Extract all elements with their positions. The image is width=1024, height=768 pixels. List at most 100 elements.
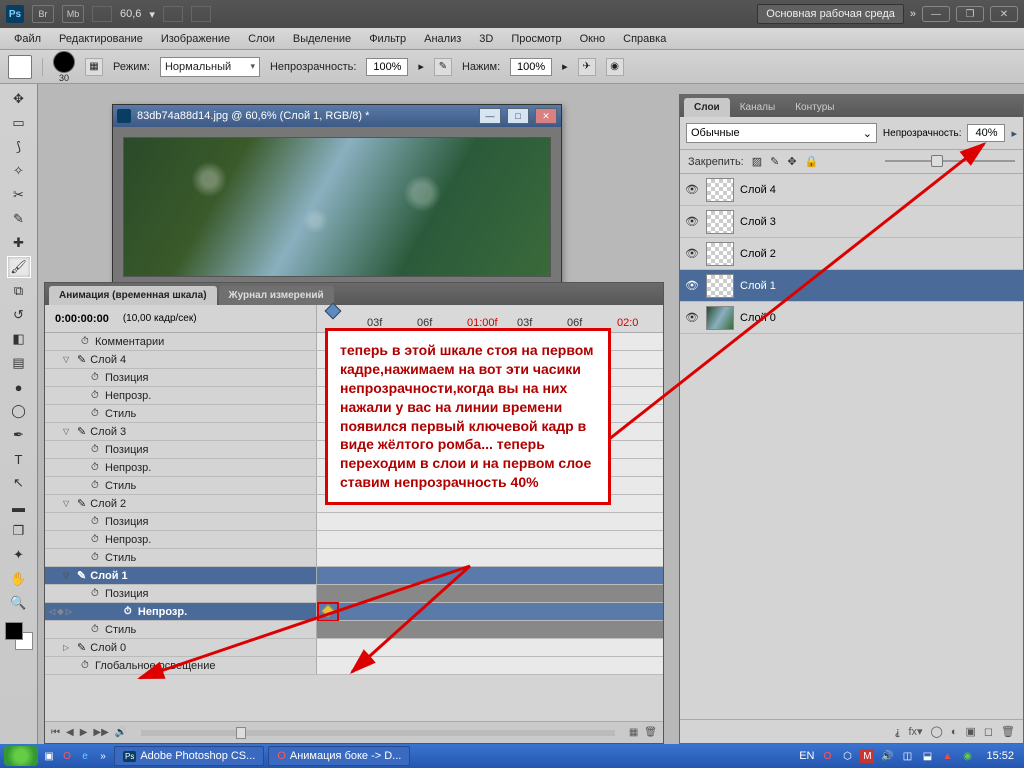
menu-window[interactable]: Окно bbox=[572, 30, 614, 48]
zoom-level[interactable]: 60,6 bbox=[120, 8, 141, 20]
color-swatches[interactable] bbox=[5, 622, 33, 650]
twirl-icon[interactable]: ▽ bbox=[63, 571, 73, 580]
stopwatch-icon[interactable]: ⏱ bbox=[91, 390, 101, 401]
zoom-slider[interactable] bbox=[141, 730, 615, 736]
history-brush-tool[interactable]: ↺ bbox=[7, 304, 31, 326]
minibridge-icon[interactable]: Mb bbox=[62, 5, 84, 23]
visibility-eye-icon[interactable]: 👁 bbox=[684, 311, 700, 324]
quick-launch-icon[interactable]: » bbox=[96, 749, 110, 763]
layer-row[interactable]: 👁Слой 3 bbox=[680, 206, 1023, 238]
layer-row[interactable]: 👁Слой 2 bbox=[680, 238, 1023, 270]
3d-camera-tool[interactable]: ✦ bbox=[7, 544, 31, 566]
tray-icon[interactable]: ◉ bbox=[960, 749, 974, 763]
marquee-tool[interactable]: ▭ bbox=[7, 112, 31, 134]
tray-icon[interactable]: ⬓ bbox=[920, 749, 934, 763]
layer-thumbnail[interactable] bbox=[706, 178, 734, 202]
zoom-tool[interactable]: 🔍 bbox=[7, 592, 31, 614]
layer-thumbnail[interactable] bbox=[706, 306, 734, 330]
stopwatch-icon[interactable]: ⏱ bbox=[91, 480, 101, 491]
play-button[interactable]: ▶ bbox=[80, 727, 88, 738]
blend-mode-select[interactable]: Нормальный bbox=[160, 57, 260, 77]
stopwatch-icon[interactable]: ⏱ bbox=[91, 408, 101, 419]
layer-row[interactable]: 👁 Слой 1 bbox=[680, 270, 1023, 302]
timeline-row[interactable]: ⏱Стиль bbox=[45, 549, 663, 567]
convert-frames-button[interactable]: ▦ bbox=[629, 727, 638, 738]
stopwatch-icon[interactable]: ⏱ bbox=[91, 372, 101, 383]
quick-launch-icon[interactable]: O bbox=[60, 749, 74, 763]
language-indicator[interactable]: EN bbox=[799, 750, 814, 762]
lock-all-icon[interactable]: 🔒 bbox=[805, 155, 819, 168]
tab-channels[interactable]: Каналы bbox=[730, 98, 786, 117]
tray-icon[interactable]: M bbox=[860, 749, 874, 763]
tab-measurement-log[interactable]: Журнал измерений bbox=[219, 286, 334, 305]
tab-paths[interactable]: Контуры bbox=[785, 98, 844, 117]
layer-opacity-input[interactable] bbox=[967, 124, 1005, 142]
flow-flyout-icon[interactable]: ▸ bbox=[562, 60, 568, 73]
type-tool[interactable]: T bbox=[7, 448, 31, 470]
view-extras-icon[interactable] bbox=[92, 6, 112, 22]
layer-thumbnail[interactable] bbox=[706, 274, 734, 298]
visibility-eye-icon[interactable]: 👁 bbox=[684, 279, 700, 292]
wand-tool[interactable]: ✧ bbox=[7, 160, 31, 182]
pen-tool[interactable]: ✒ bbox=[7, 424, 31, 446]
fg-color[interactable] bbox=[5, 622, 23, 640]
audio-button[interactable]: 🔊 bbox=[115, 727, 127, 738]
layer-row[interactable]: 👁Слой 4 bbox=[680, 174, 1023, 206]
menu-file[interactable]: Файл bbox=[6, 30, 49, 48]
menu-layer[interactable]: Слои bbox=[240, 30, 283, 48]
timeline-row[interactable]: ▽✎Слой 1 bbox=[45, 567, 663, 585]
screen-mode-icon[interactable] bbox=[191, 6, 211, 22]
opacity-input[interactable] bbox=[366, 58, 408, 76]
twirl-icon[interactable]: ▽ bbox=[63, 427, 73, 436]
layer-thumbnail[interactable] bbox=[706, 242, 734, 266]
link-layers-icon[interactable]: ⸘ bbox=[895, 725, 901, 738]
workspace-switcher[interactable]: Основная рабочая среда bbox=[757, 4, 904, 24]
brush-tool[interactable]: 🖌 bbox=[7, 256, 31, 278]
lock-position-icon[interactable]: ✥ bbox=[787, 155, 796, 168]
twirl-icon[interactable]: ▽ bbox=[63, 355, 73, 364]
tray-icon[interactable]: O bbox=[820, 749, 834, 763]
tool-preset-icon[interactable] bbox=[8, 55, 32, 79]
delete-layer-icon[interactable]: 🗑 bbox=[1001, 725, 1015, 738]
doc-minimize-button[interactable]: — bbox=[479, 108, 501, 124]
stopwatch-icon[interactable]: ⏱ bbox=[91, 516, 101, 527]
path-tool[interactable]: ↖ bbox=[7, 472, 31, 494]
tray-antivirus-icon[interactable]: ▲ bbox=[940, 749, 954, 763]
blur-tool[interactable]: ● bbox=[7, 376, 31, 398]
rewind-button[interactable]: ⏮ bbox=[51, 727, 60, 738]
document-canvas[interactable] bbox=[113, 127, 561, 287]
lock-pixels-icon[interactable]: ✎ bbox=[770, 155, 779, 168]
timeline-row[interactable]: ⏱Позиция bbox=[45, 585, 663, 603]
frame-rate[interactable]: (10,00 кадр/сек) bbox=[123, 313, 197, 324]
airbrush-icon[interactable]: ✈ bbox=[578, 58, 596, 76]
taskbar-app-opera[interactable]: OАнимация боке -> D... bbox=[268, 746, 410, 766]
start-button[interactable] bbox=[4, 746, 38, 766]
layer-thumbnail[interactable] bbox=[706, 210, 734, 234]
photoshop-icon[interactable]: Ps bbox=[6, 5, 24, 23]
adjustment-layer-icon[interactable]: ◐ bbox=[951, 726, 958, 738]
twirl-icon[interactable]: ▽ bbox=[63, 499, 73, 508]
layer-style-icon[interactable]: fx▾ bbox=[908, 725, 922, 738]
stopwatch-icon[interactable]: ⏱ bbox=[91, 462, 101, 473]
hand-tool[interactable]: ✋ bbox=[7, 568, 31, 590]
bridge-icon[interactable]: Br bbox=[32, 5, 54, 23]
stopwatch-icon[interactable]: ⏱ bbox=[81, 336, 91, 347]
twirl-icon[interactable]: ▷ bbox=[63, 643, 73, 652]
taskbar-clock[interactable]: 15:52 bbox=[980, 750, 1020, 762]
minimize-button[interactable]: — bbox=[922, 6, 950, 22]
tray-icon[interactable]: ⬡ bbox=[840, 749, 854, 763]
layer-name[interactable]: Слой 4 bbox=[740, 184, 776, 196]
layer-name[interactable]: Слой 0 bbox=[740, 312, 776, 324]
dodge-tool[interactable]: ◯ bbox=[7, 400, 31, 422]
group-icon[interactable]: ▣ bbox=[965, 725, 975, 738]
maximize-button[interactable]: ❐ bbox=[956, 6, 984, 22]
fill-slider[interactable] bbox=[885, 154, 1015, 168]
menu-view[interactable]: Просмотр bbox=[503, 30, 569, 48]
layer-name[interactable]: Слой 1 bbox=[740, 280, 776, 292]
visibility-eye-icon[interactable]: 👁 bbox=[684, 247, 700, 260]
tray-volume-icon[interactable]: 🔊 bbox=[880, 749, 894, 763]
stopwatch-icon[interactable]: ⏱ bbox=[91, 534, 101, 545]
timeline-row[interactable]: ▷✎Слой 0 bbox=[45, 639, 663, 657]
heal-tool[interactable]: ✚ bbox=[7, 232, 31, 254]
keyframe-nav[interactable]: ◁ ◆ ▷ bbox=[49, 607, 72, 616]
